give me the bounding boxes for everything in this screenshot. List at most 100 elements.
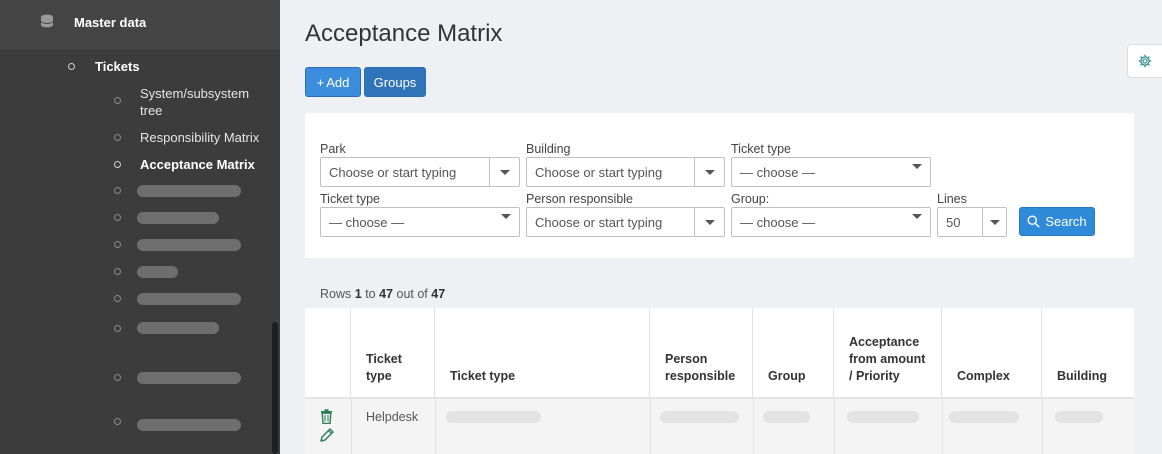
rows-info-from: 1	[354, 287, 362, 301]
sidebar: Master data Tickets System/subsystem tre…	[0, 0, 280, 454]
ticket-type-label: Ticket type	[731, 142, 791, 156]
settings-button[interactable]	[1127, 44, 1162, 78]
cell-divider	[1042, 399, 1043, 454]
bullet-icon	[114, 161, 121, 168]
cell-divider	[834, 399, 835, 454]
cell-divider	[942, 399, 943, 454]
group-select[interactable]: — choose —	[731, 207, 931, 237]
sidebar-item-placeholder	[137, 212, 219, 224]
chevron-down-icon	[501, 214, 511, 234]
cell-ticket-type: Helpdesk	[366, 410, 419, 424]
column-header-complex[interactable]: Complex	[942, 308, 1042, 397]
sidebar-item-placeholder	[137, 372, 241, 384]
sidebar-section-label: Master data	[74, 15, 147, 30]
sidebar-scrollbar[interactable]	[272, 322, 278, 454]
bullet-icon	[114, 187, 121, 194]
person-responsible-label: Person responsible	[526, 192, 634, 206]
cell-placeholder	[847, 411, 919, 423]
cell-placeholder	[660, 411, 739, 423]
park-label: Park	[320, 142, 346, 156]
bullet-icon	[114, 241, 121, 248]
sidebar-item-label: Acceptance Matrix	[140, 157, 255, 172]
column-header-ticket-type-2[interactable]: Ticket type	[435, 308, 650, 397]
cell-divider	[753, 399, 754, 454]
column-header-building[interactable]: Building	[1042, 308, 1134, 397]
trash-icon[interactable]	[320, 409, 333, 424]
sidebar-item-placeholder	[137, 266, 178, 278]
add-button-label: Add	[326, 74, 350, 90]
ticket-type-2-select[interactable]: — choose —	[320, 207, 520, 237]
bullet-icon	[114, 295, 121, 302]
column-header-label: Ticket type	[450, 369, 516, 383]
chevron-down-icon	[912, 214, 922, 234]
bullet-icon	[114, 214, 121, 221]
column-header-actions	[305, 308, 351, 397]
cell-placeholder	[1055, 411, 1103, 423]
lines-label: Lines	[937, 192, 967, 206]
sidebar-item-placeholder	[137, 185, 241, 197]
park-select[interactable]: Choose or start typing	[320, 157, 520, 187]
gear-icon	[1138, 54, 1152, 68]
column-header-acceptance-from-amount-priority[interactable]: Acceptance from amount / Priority	[834, 308, 942, 397]
person-responsible-select[interactable]: Choose or start typing	[526, 207, 725, 237]
sidebar-item-responsibility-matrix[interactable]: Responsibility Matrix	[114, 129, 259, 146]
chevron-down-icon	[694, 158, 724, 186]
ticket-type-2-value: — choose —	[329, 214, 405, 230]
bullet-icon	[68, 63, 75, 70]
bullet-icon	[114, 97, 121, 104]
group-label: Group:	[731, 192, 770, 206]
column-header-person-responsible[interactable]: Person responsible	[650, 308, 753, 397]
rows-info-total: 47	[431, 287, 446, 301]
cell-divider	[435, 399, 436, 454]
building-placeholder: Choose or start typing	[535, 164, 663, 180]
plus-icon: +	[316, 74, 325, 90]
lines-select[interactable]: 50	[937, 207, 1007, 237]
table-row[interactable]: Helpdesk	[305, 397, 1134, 454]
sidebar-item-label: System/subsystem tree	[140, 86, 250, 118]
rows-info-prefix: Rows	[320, 287, 352, 301]
search-button[interactable]: Search	[1019, 207, 1095, 236]
search-icon	[1027, 215, 1040, 228]
sidebar-item-placeholder	[137, 322, 219, 334]
column-header-label: Ticket type	[366, 352, 402, 383]
cell-placeholder	[763, 411, 810, 423]
chevron-down-icon	[912, 164, 922, 184]
bullet-icon	[114, 268, 121, 275]
rows-info-to: 47	[379, 287, 394, 301]
rows-info-out-of-word: out of	[396, 287, 428, 301]
cell-divider	[351, 399, 352, 454]
ticket-type-value: — choose —	[740, 164, 816, 180]
chevron-down-icon	[489, 158, 519, 186]
ticket-type-2-label: Ticket type	[320, 192, 380, 206]
groups-button[interactable]: Groups	[364, 67, 426, 97]
column-header-label: Complex	[957, 369, 1010, 383]
sidebar-item-label: Responsibility Matrix	[140, 130, 260, 145]
column-header-label: Building	[1057, 369, 1107, 383]
acceptance-matrix-table: Ticket type Ticket type Person responsib…	[305, 308, 1134, 454]
pencil-icon[interactable]	[319, 427, 335, 443]
sidebar-item-acceptance-matrix[interactable]: Acceptance Matrix	[114, 156, 255, 173]
search-button-label: Search	[1045, 214, 1087, 229]
cell-placeholder	[949, 411, 1019, 423]
group-value: — choose —	[740, 214, 816, 230]
park-placeholder: Choose or start typing	[329, 164, 457, 180]
sidebar-section-master-data[interactable]: Master data	[0, 0, 280, 51]
database-icon	[41, 14, 53, 28]
column-header-ticket-type[interactable]: Ticket type	[351, 308, 435, 397]
building-label: Building	[526, 142, 571, 156]
add-button[interactable]: + Add	[305, 67, 361, 97]
bullet-icon	[114, 374, 121, 381]
building-select[interactable]: Choose or start typing	[526, 157, 725, 187]
column-header-label: Group	[768, 369, 806, 383]
sidebar-item-label: Tickets	[95, 59, 140, 74]
ticket-type-select[interactable]: — choose —	[731, 157, 931, 187]
lines-value: 50	[946, 214, 961, 230]
sidebar-item-tickets[interactable]: Tickets	[68, 58, 140, 75]
chevron-down-icon	[694, 208, 724, 236]
bullet-icon	[114, 134, 121, 141]
cell-placeholder	[446, 411, 541, 423]
column-header-group[interactable]: Group	[753, 308, 834, 397]
sidebar-item-system-subsystem-tree[interactable]: System/subsystem tree	[114, 85, 264, 119]
person-responsible-placeholder: Choose or start typing	[535, 214, 663, 230]
rows-info: Rows 1 to 47 out of 47	[320, 287, 445, 301]
